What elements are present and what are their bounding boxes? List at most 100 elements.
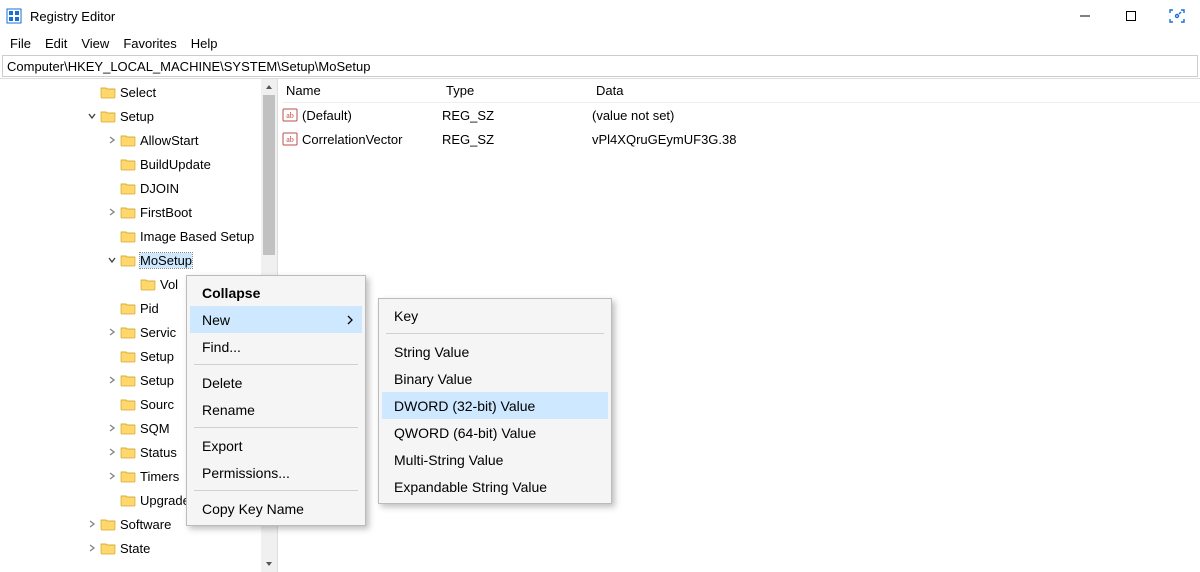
menu-view[interactable]: View <box>75 34 115 53</box>
ctx-copy-key-name[interactable]: Copy Key Name <box>190 495 362 522</box>
folder-icon <box>120 348 136 364</box>
tree-item[interactable]: AllowStart <box>0 128 261 152</box>
address-bar[interactable]: Computer\HKEY_LOCAL_MACHINE\SYSTEM\Setup… <box>2 55 1198 77</box>
tree-item-label: Sourc <box>140 397 174 412</box>
tree-item-label: Servic <box>140 325 176 340</box>
folder-icon <box>120 300 136 316</box>
submenu-binary[interactable]: Binary Value <box>382 365 608 392</box>
menu-edit[interactable]: Edit <box>39 34 73 53</box>
context-submenu-new: Key String Value Binary Value DWORD (32-… <box>378 298 612 504</box>
svg-text:ab: ab <box>286 135 294 144</box>
chevron-right-icon[interactable] <box>104 372 120 388</box>
svg-text:ab: ab <box>286 111 294 120</box>
string-value-icon: ab <box>282 107 298 123</box>
chevron-right-icon[interactable] <box>104 420 120 436</box>
folder-icon <box>120 132 136 148</box>
submenu-dword[interactable]: DWORD (32-bit) Value <box>382 392 608 419</box>
tree-item[interactable]: FirstBoot <box>0 200 261 224</box>
folder-icon <box>120 420 136 436</box>
tree-item-label: Status <box>140 445 177 460</box>
tree-item-label: AllowStart <box>140 133 199 148</box>
separator <box>386 333 604 334</box>
folder-icon <box>120 444 136 460</box>
submenu-expandable-string[interactable]: Expandable String Value <box>382 473 608 500</box>
chevron-right-icon[interactable] <box>104 444 120 460</box>
scroll-down-icon[interactable] <box>261 556 277 572</box>
value-row[interactable]: ab (Default) REG_SZ(value not set) <box>282 103 1200 127</box>
folder-icon <box>100 540 116 556</box>
snip-button[interactable] <box>1154 0 1200 32</box>
minimize-button[interactable] <box>1062 0 1108 32</box>
chevron-down-icon[interactable] <box>84 108 100 124</box>
submenu-key[interactable]: Key <box>382 302 608 329</box>
submenu-string[interactable]: String Value <box>382 338 608 365</box>
chevron-right-icon <box>346 315 354 325</box>
ctx-find[interactable]: Find... <box>190 333 362 360</box>
header-data[interactable]: Data <box>592 83 1200 98</box>
value-type: REG_SZ <box>442 132 592 147</box>
tree-item-label: Pid <box>140 301 159 316</box>
value-name: CorrelationVector <box>302 132 402 147</box>
tree-item[interactable]: State <box>0 536 261 560</box>
separator <box>194 364 358 365</box>
tree-item-label: BuildUpdate <box>140 157 211 172</box>
tree-item[interactable]: Image Based Setup <box>0 224 261 248</box>
regedit-icon <box>6 8 22 24</box>
folder-icon <box>120 324 136 340</box>
tree-item[interactable]: MoSetup <box>0 248 261 272</box>
value-row[interactable]: abCorrelationVectorREG_SZvPl4XQruGEymUF3… <box>282 127 1200 151</box>
folder-icon <box>120 372 136 388</box>
value-data: (value not set) <box>592 108 1200 123</box>
ctx-collapse[interactable]: Collapse <box>190 279 362 306</box>
menu-favorites[interactable]: Favorites <box>117 34 182 53</box>
folder-icon <box>140 276 156 292</box>
scroll-up-icon[interactable] <box>261 79 277 95</box>
chevron-right-icon[interactable] <box>104 204 120 220</box>
menu-help[interactable]: Help <box>185 34 224 53</box>
chevron-right-icon[interactable] <box>104 132 120 148</box>
header-name[interactable]: Name <box>282 83 442 98</box>
tree-item-label: SQM <box>140 421 170 436</box>
chevron-right-icon[interactable] <box>104 324 120 340</box>
submenu-qword[interactable]: QWORD (64-bit) Value <box>382 419 608 446</box>
folder-icon <box>120 228 136 244</box>
window-title: Registry Editor <box>30 9 1062 24</box>
menu-file[interactable]: File <box>4 34 37 53</box>
value-name: (Default) <box>302 108 352 123</box>
tree-item-label: Setup <box>140 349 174 364</box>
submenu-multi-string[interactable]: Multi-String Value <box>382 446 608 473</box>
ctx-rename[interactable]: Rename <box>190 396 362 423</box>
value-type: REG_SZ <box>442 108 592 123</box>
tree-item-label: Image Based Setup <box>140 229 254 244</box>
ctx-permissions[interactable]: Permissions... <box>190 459 362 486</box>
folder-icon <box>100 84 116 100</box>
tree-item[interactable]: Setup <box>0 104 261 128</box>
separator <box>194 427 358 428</box>
tree-item-label: Software <box>120 517 171 532</box>
folder-icon <box>120 468 136 484</box>
ctx-export[interactable]: Export <box>190 432 362 459</box>
ctx-new[interactable]: New <box>190 306 362 333</box>
tree-item-label: Setup <box>120 109 154 124</box>
folder-icon <box>120 156 136 172</box>
scroll-thumb[interactable] <box>263 95 275 255</box>
tree-item-label: FirstBoot <box>140 205 192 220</box>
folder-icon <box>120 252 136 268</box>
chevron-down-icon[interactable] <box>104 252 120 268</box>
tree-item-label: Select <box>120 85 156 100</box>
tree-item[interactable]: Select <box>0 80 261 104</box>
tree-item[interactable]: DJOIN <box>0 176 261 200</box>
tree-item[interactable]: BuildUpdate <box>0 152 261 176</box>
context-menu: Collapse New Find... Delete Rename Expor… <box>186 275 366 526</box>
header-type[interactable]: Type <box>442 83 592 98</box>
chevron-right-icon[interactable] <box>84 516 100 532</box>
tree-item-label: DJOIN <box>140 181 179 196</box>
string-value-icon: ab <box>282 131 298 147</box>
folder-icon <box>120 396 136 412</box>
chevron-right-icon[interactable] <box>84 540 100 556</box>
tree-item-label: State <box>120 541 150 556</box>
maximize-button[interactable] <box>1108 0 1154 32</box>
ctx-delete[interactable]: Delete <box>190 369 362 396</box>
folder-icon <box>120 180 136 196</box>
chevron-right-icon[interactable] <box>104 468 120 484</box>
